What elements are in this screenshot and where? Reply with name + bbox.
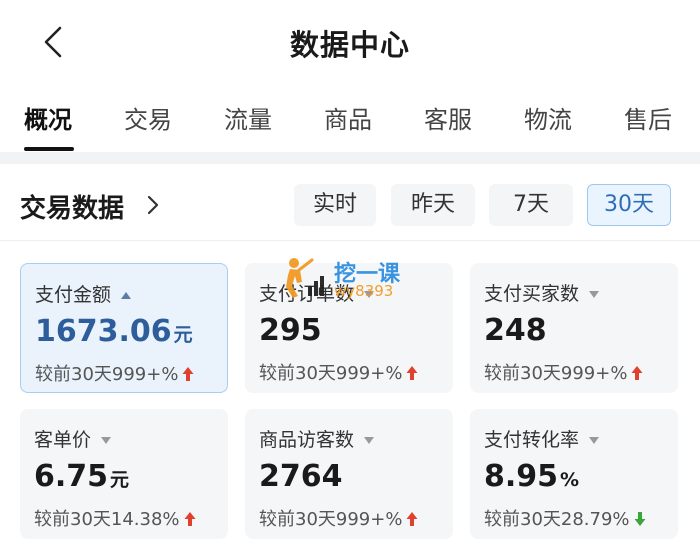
caret-down-icon bbox=[589, 291, 600, 298]
metric-value: 295 bbox=[259, 313, 322, 348]
period-yesterday-button[interactable]: 昨天 bbox=[391, 184, 475, 226]
metric-label-text: 客单价 bbox=[34, 429, 92, 451]
period-7day-button[interactable]: 7天 bbox=[489, 184, 573, 226]
metric-compare-text: 较前30天999+% bbox=[259, 509, 403, 530]
divider bbox=[0, 240, 700, 241]
metric-label: 商品访客数 bbox=[259, 425, 375, 452]
metric-label: 支付转化率 bbox=[484, 425, 600, 452]
metric-label: 支付买家数 bbox=[484, 279, 600, 306]
active-tab-indicator bbox=[24, 147, 74, 151]
caret-up-icon bbox=[121, 292, 132, 299]
watermark-logo: 挖一课 wy8393 bbox=[282, 256, 432, 302]
metric-value-number: 248 bbox=[484, 313, 547, 348]
metric-label-text: 支付买家数 bbox=[484, 283, 580, 305]
metric-value-number: 2764 bbox=[259, 459, 343, 494]
period-30day-button[interactable]: 30天 bbox=[587, 184, 671, 226]
caret-down-icon bbox=[589, 437, 600, 444]
chevron-right-icon[interactable] bbox=[144, 192, 162, 218]
arrow-up-icon bbox=[406, 366, 418, 380]
metric-value-number: 6.75 bbox=[34, 459, 109, 494]
section-divider bbox=[0, 152, 700, 164]
metric-unit: % bbox=[560, 469, 580, 491]
metric-label-text: 支付转化率 bbox=[484, 429, 580, 451]
metric-card-conversion-rate[interactable]: 支付转化率 8.95% 较前30天28.79% bbox=[470, 409, 678, 539]
metric-compare-text: 较前30天999+% bbox=[259, 363, 403, 384]
tab-trade[interactable]: 交易 bbox=[124, 100, 172, 135]
metric-compare-text: 较前30天14.38% bbox=[34, 509, 180, 530]
tab-products[interactable]: 商品 bbox=[324, 100, 372, 135]
metric-compare: 较前30天14.38% bbox=[34, 505, 196, 531]
metric-compare-text: 较前30天999+% bbox=[484, 363, 628, 384]
metric-compare: 较前30天28.79% bbox=[484, 505, 646, 531]
tab-overview[interactable]: 概况 bbox=[24, 100, 72, 135]
metric-compare: 较前30天999+% bbox=[259, 505, 418, 531]
period-realtime-button[interactable]: 实时 bbox=[294, 184, 376, 226]
metric-compare-text: 较前30天28.79% bbox=[484, 509, 630, 530]
metric-card-paying-buyers[interactable]: 支付买家数 248 较前30天999+% bbox=[470, 263, 678, 393]
metric-value: 6.75 元 bbox=[34, 459, 129, 494]
metric-unit: 元 bbox=[173, 324, 193, 346]
metric-value: 2764 bbox=[259, 459, 343, 494]
arrow-up-icon bbox=[631, 366, 643, 380]
caret-down-icon bbox=[364, 437, 375, 444]
metric-compare-text: 较前30天999+% bbox=[35, 364, 179, 385]
metric-label: 客单价 bbox=[34, 425, 112, 452]
tab-bar: 概况 交易 流量 商品 客服 物流 售后 bbox=[0, 92, 700, 150]
metric-label: 支付金额 bbox=[35, 280, 132, 307]
section-title[interactable]: 交易数据 bbox=[20, 188, 124, 225]
tab-customer-service[interactable]: 客服 bbox=[424, 100, 472, 135]
arrow-down-icon bbox=[634, 512, 646, 526]
top-bar: 数据中心 bbox=[0, 0, 700, 82]
metric-compare: 较前30天999+% bbox=[484, 359, 643, 385]
digger-logo-icon bbox=[286, 258, 324, 298]
watermark-id: wy8393 bbox=[334, 282, 394, 300]
metric-value: 1673.06 元 bbox=[35, 314, 193, 349]
metric-unit: 元 bbox=[110, 469, 130, 491]
metric-value: 8.95% bbox=[484, 459, 579, 494]
arrow-up-icon bbox=[182, 367, 194, 381]
metric-value: 248 bbox=[484, 313, 547, 348]
metric-card-payment-amount[interactable]: 支付金额 1673.06 元 较前30天999+% bbox=[20, 263, 228, 393]
metric-value-number: 1673.06 bbox=[35, 314, 172, 349]
metric-card-avg-order-value[interactable]: 客单价 6.75 元 较前30天14.38% bbox=[20, 409, 228, 539]
caret-down-icon bbox=[101, 437, 112, 444]
metric-label-text: 支付金额 bbox=[35, 284, 112, 306]
page-title: 数据中心 bbox=[289, 28, 410, 62]
tab-logistics[interactable]: 物流 bbox=[524, 100, 572, 135]
arrow-up-icon bbox=[406, 512, 418, 526]
metric-compare: 较前30天999+% bbox=[259, 359, 418, 385]
metric-compare: 较前30天999+% bbox=[35, 360, 194, 386]
metric-value-number: 295 bbox=[259, 313, 322, 348]
metric-card-product-visitors[interactable]: 商品访客数 2764 较前30天999+% bbox=[245, 409, 453, 539]
arrow-up-icon bbox=[184, 512, 196, 526]
tab-traffic[interactable]: 流量 bbox=[224, 100, 272, 135]
metric-value-number: 8.95 bbox=[484, 459, 559, 494]
tab-after-sales[interactable]: 售后 bbox=[624, 100, 672, 135]
metric-label-text: 商品访客数 bbox=[259, 429, 355, 451]
